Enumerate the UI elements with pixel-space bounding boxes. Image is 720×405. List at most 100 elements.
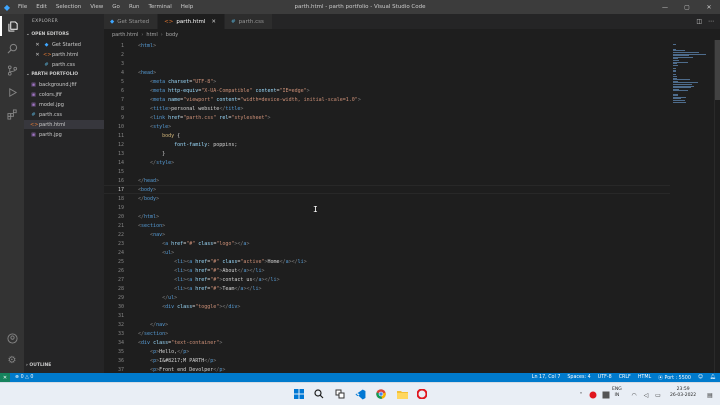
code-line[interactable]: 20 </html >	[104, 212, 670, 221]
file-item[interactable]: ▣ colors.jfif	[24, 90, 104, 99]
minimap[interactable]	[670, 40, 714, 373]
run-debug-icon[interactable]	[0, 82, 24, 102]
language-mode[interactable]: HTML	[638, 375, 651, 380]
code-line[interactable]: 21 < section >	[104, 221, 670, 230]
breadcrumb-item[interactable]: parth.html	[112, 32, 138, 38]
explorer-icon[interactable]	[0, 16, 24, 36]
file-item[interactable]: ▣ background.jfif	[24, 80, 104, 89]
code-line[interactable]: 16 </head >	[104, 176, 670, 185]
more-actions-icon[interactable]: ⋯	[708, 18, 714, 25]
tab-parth-css[interactable]: # parth.css	[224, 14, 273, 29]
notification-center-icon[interactable]: ▤	[704, 389, 716, 401]
cursor-position[interactable]: Ln 17, Col 7	[532, 375, 561, 380]
editor-scrollbar[interactable]	[714, 40, 720, 373]
file-explorer-icon[interactable]	[396, 388, 408, 400]
remote-icon[interactable]: ✕	[0, 373, 10, 382]
file-item[interactable]: <> parth.html	[24, 120, 104, 129]
breadcrumb-item[interactable]: body	[166, 32, 178, 38]
menu-item-go[interactable]: Go	[112, 4, 120, 10]
volume-icon[interactable]: ◁	[640, 389, 652, 401]
folder-header[interactable]: ⌄ PARTH PORTFOLIO	[26, 72, 78, 77]
split-editor-icon[interactable]: ◫	[696, 18, 702, 25]
close-editor-icon[interactable]: ✕	[34, 52, 41, 58]
code-line[interactable]: 4 < head >	[104, 68, 670, 77]
battery-icon[interactable]: ▭	[652, 389, 664, 401]
chrome-icon[interactable]	[375, 388, 387, 400]
code-line[interactable]: 36 < p > I&#8217;M PARTH </p >	[104, 356, 670, 365]
code-line[interactable]: 6 < meta http-equiv = "X-UA-Compatible" con…	[104, 86, 670, 95]
code-line[interactable]: 32 </nav >	[104, 320, 670, 329]
maximize-icon[interactable]: ▢	[676, 0, 698, 14]
code-line[interactable]: 35 < p > Hello, </p >	[104, 347, 670, 356]
file-item[interactable]: ▣ model.jpg	[24, 100, 104, 109]
outline-header[interactable]: › OUTLINE	[26, 363, 51, 368]
clock[interactable]: 23:59 26-03-2022	[670, 387, 696, 398]
search-icon[interactable]	[313, 388, 325, 400]
windows-start-icon[interactable]	[293, 388, 305, 400]
task-view-icon[interactable]	[334, 388, 346, 400]
file-item[interactable]: ▣ parth.jpg	[24, 130, 104, 139]
code-line[interactable]: 8 < title > personal website </title >	[104, 104, 670, 113]
code-line[interactable]: 31	[104, 311, 670, 320]
menu-item-help[interactable]: Help	[181, 4, 194, 10]
tab-get-started[interactable]: ◆ Get Started	[104, 14, 159, 29]
code-line[interactable]: 29 </ul >	[104, 293, 670, 302]
vscode-taskbar-icon[interactable]	[354, 388, 366, 400]
code-line[interactable]: 24 < ul >	[104, 248, 670, 257]
menu-item-edit[interactable]: Edit	[36, 4, 47, 10]
open-editors-header[interactable]: ⌄ OPEN EDITORS	[26, 32, 69, 37]
opera-icon[interactable]	[416, 388, 428, 400]
close-tab-icon[interactable]: ✕	[211, 19, 216, 25]
code-line[interactable]: 7 < meta name = "viewport" content = "width=d…	[104, 95, 670, 104]
menu-item-selection[interactable]: Selection	[56, 4, 81, 10]
code-line[interactable]: 17 < body >	[104, 185, 670, 194]
open-editor-item[interactable]: # parth.css	[24, 60, 104, 69]
tray-app-icon[interactable]	[587, 389, 599, 401]
minimize-icon[interactable]: —	[654, 0, 676, 14]
source-control-icon[interactable]	[0, 60, 24, 80]
menu-item-file[interactable]: File	[18, 4, 27, 10]
code-line[interactable]: 23 < a href = "#" class = "logo" ></a >	[104, 239, 670, 248]
code-line[interactable]: 22 < nav >	[104, 230, 670, 239]
search-icon[interactable]	[0, 38, 24, 58]
code-line[interactable]: 9 < link href = "parth.css" rel = "stylesheet…	[104, 113, 670, 122]
code-line[interactable]: 12 font-family: poppins;	[104, 140, 670, 149]
open-editor-item[interactable]: ✕ <> parth.html	[24, 50, 104, 59]
menu-item-view[interactable]: View	[90, 4, 103, 10]
code-line[interactable]: 19	[104, 203, 670, 212]
encoding[interactable]: UTF-8	[598, 375, 612, 380]
code-line[interactable]: 18 </body >	[104, 194, 670, 203]
file-item[interactable]: # parth.css	[24, 110, 104, 119]
code-line[interactable]: 3	[104, 59, 670, 68]
live-server-port[interactable]: ⦿ Port : 5500	[658, 374, 691, 381]
tray-chevron-up-icon[interactable]: ˄	[575, 389, 587, 401]
menu-item-terminal[interactable]: Terminal	[148, 4, 171, 10]
code-line[interactable]: 28 < li >< a href = "#" > Team </a ></li >	[104, 284, 670, 293]
tray-app-icon[interactable]	[600, 389, 612, 401]
code-line[interactable]: 26 < li >< a href = "#" > About </a ></li >	[104, 266, 670, 275]
code-line[interactable]: 37 < p > Front end Devolper </p >	[104, 365, 670, 373]
code-line[interactable]: 11 body {	[104, 131, 670, 140]
account-icon[interactable]	[0, 328, 24, 348]
close-editor-icon[interactable]: ✕	[34, 42, 41, 48]
open-editor-item[interactable]: ✕ ◆ Get Started	[24, 40, 104, 49]
problems-indicator[interactable]: ⊗ 0 △ 0	[15, 375, 33, 380]
code-line[interactable]: 13 }	[104, 149, 670, 158]
code-line[interactable]: 33 </section >	[104, 329, 670, 338]
input-language[interactable]: ENG IN	[612, 387, 622, 398]
code-line[interactable]: 2	[104, 50, 670, 59]
scroll-thumb[interactable]	[715, 40, 720, 100]
notifications-icon[interactable]: 🔔︎	[710, 375, 716, 380]
code-line[interactable]: 15	[104, 167, 670, 176]
extensions-icon[interactable]	[0, 104, 24, 124]
wifi-icon[interactable]: ◠	[628, 389, 640, 401]
code-line[interactable]: 34 < div class = "text-container" >	[104, 338, 670, 347]
code-line[interactable]: 10 < style >	[104, 122, 670, 131]
close-icon[interactable]: ✕	[698, 0, 720, 14]
menu-item-run[interactable]: Run	[129, 4, 140, 10]
feedback-icon[interactable]: ☺	[698, 375, 703, 380]
code-editor[interactable]: 1 < html >2 3 4 < head >5 < meta charset = "UTF-8" >…	[104, 40, 670, 373]
breadcrumb-item[interactable]: html	[146, 32, 157, 38]
code-line[interactable]: 1 < html >	[104, 41, 670, 50]
code-line[interactable]: 14 </style >	[104, 158, 670, 167]
